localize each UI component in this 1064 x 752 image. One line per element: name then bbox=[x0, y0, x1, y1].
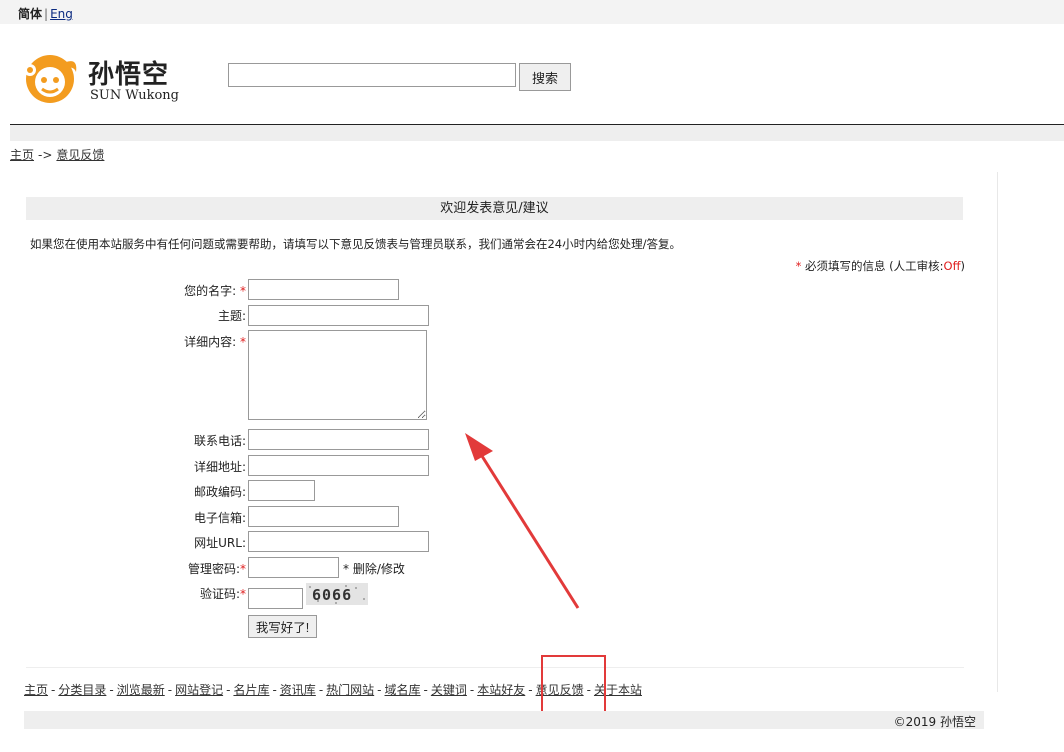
submit-button[interactable]: 我写好了! bbox=[248, 615, 317, 638]
captcha-image[interactable]: 6066 bbox=[306, 583, 368, 605]
url-input[interactable] bbox=[248, 531, 429, 552]
captcha-label: 验证码:* bbox=[199, 587, 246, 601]
password-note: * 删除/修改 bbox=[343, 562, 405, 576]
lang-english-link[interactable]: Eng bbox=[50, 7, 73, 21]
annotation-highlight-box bbox=[541, 655, 606, 713]
footer-separator: - bbox=[318, 683, 324, 697]
panel-border bbox=[997, 172, 998, 692]
footer-divider bbox=[26, 667, 964, 668]
required-star: * bbox=[795, 259, 802, 273]
lang-current: 简体 bbox=[18, 7, 43, 21]
required-text: 必须填写的信息 bbox=[804, 259, 886, 273]
header-strip bbox=[10, 125, 1064, 141]
content-label: 详细内容: * bbox=[184, 335, 246, 349]
footer-separator: - bbox=[469, 683, 475, 697]
footer-link[interactable]: 主页 bbox=[24, 683, 48, 697]
email-input[interactable] bbox=[248, 506, 399, 527]
subject-input[interactable] bbox=[248, 305, 429, 326]
site-logo[interactable]: 孙悟空 SUN Wukong bbox=[20, 52, 190, 106]
footer-separator: - bbox=[109, 683, 114, 697]
footer-separator: - bbox=[167, 683, 173, 697]
zip-label: 邮政编码: bbox=[193, 485, 246, 499]
phone-input[interactable] bbox=[248, 429, 429, 450]
search-button[interactable]: 搜索 bbox=[519, 63, 571, 91]
footer-link[interactable]: 名片库 bbox=[233, 683, 269, 697]
password-label: 管理密码:* bbox=[187, 562, 246, 576]
footer-link[interactable]: 热门网站 bbox=[326, 683, 374, 697]
copyright-text: ©2019 孙悟空 bbox=[893, 715, 976, 729]
breadcrumb-home-link[interactable]: 主页 bbox=[10, 148, 34, 162]
address-input[interactable] bbox=[248, 455, 429, 476]
form-title: 欢迎发表意见/建议 bbox=[26, 197, 963, 220]
footer-link[interactable]: 关键词 bbox=[431, 683, 467, 697]
copyright-bar: ©2019 孙悟空 bbox=[24, 711, 984, 729]
breadcrumb-current-link[interactable]: 意见反馈 bbox=[56, 148, 104, 162]
zip-input[interactable] bbox=[248, 480, 315, 501]
footer-separator: - bbox=[51, 683, 56, 697]
footer-separator: - bbox=[226, 683, 231, 697]
language-bar: 简体 | Eng bbox=[0, 0, 1064, 24]
footer-link[interactable]: 分类目录 bbox=[58, 683, 106, 697]
footer-link[interactable]: 资讯库 bbox=[280, 683, 316, 697]
lang-separator: | bbox=[44, 7, 49, 21]
required-note: * 必须填写的信息 (人工审核:Off) bbox=[796, 258, 965, 274]
review-prefix: (人工审核: bbox=[889, 259, 944, 273]
logo-text-en: SUN Wukong bbox=[90, 88, 179, 103]
email-label: 电子信箱: bbox=[193, 511, 246, 525]
phone-label: 联系电话: bbox=[193, 434, 246, 448]
footer-link[interactable]: 本站好友 bbox=[477, 683, 525, 697]
footer-separator: - bbox=[528, 683, 533, 697]
monkey-logo-icon bbox=[24, 55, 77, 103]
subject-label: 主题: bbox=[217, 309, 246, 323]
breadcrumb: 主页 -> 意见反馈 bbox=[10, 146, 104, 163]
logo-text-cn: 孙悟空 bbox=[88, 60, 170, 90]
url-label: 网址URL: bbox=[194, 536, 246, 550]
footer-link[interactable]: 域名库 bbox=[385, 683, 421, 697]
footer-link[interactable]: 浏览最新 bbox=[117, 683, 165, 697]
footer-separator: - bbox=[272, 683, 277, 697]
annotation-arrow-icon bbox=[465, 433, 580, 609]
review-status: Off bbox=[943, 259, 961, 273]
address-label: 详细地址: bbox=[193, 460, 246, 474]
form-intro: 如果您在使用本站服务中有任何问题或需要帮助，请填写以下意见反馈表与管理员联系，我… bbox=[30, 237, 682, 251]
footer-link[interactable]: 网站登记 bbox=[175, 683, 223, 697]
footer-separator: - bbox=[423, 683, 428, 697]
review-suffix: ) bbox=[960, 259, 966, 273]
name-label: 您的名字: * bbox=[184, 284, 246, 298]
footer-separator: - bbox=[377, 683, 382, 697]
captcha-input[interactable] bbox=[248, 588, 303, 609]
name-input[interactable] bbox=[248, 279, 399, 300]
captcha-text: 6066 bbox=[312, 586, 352, 604]
password-input[interactable] bbox=[248, 557, 339, 578]
content-textarea[interactable] bbox=[248, 330, 427, 420]
search-input[interactable] bbox=[228, 63, 516, 87]
breadcrumb-arrow: -> bbox=[38, 148, 53, 162]
